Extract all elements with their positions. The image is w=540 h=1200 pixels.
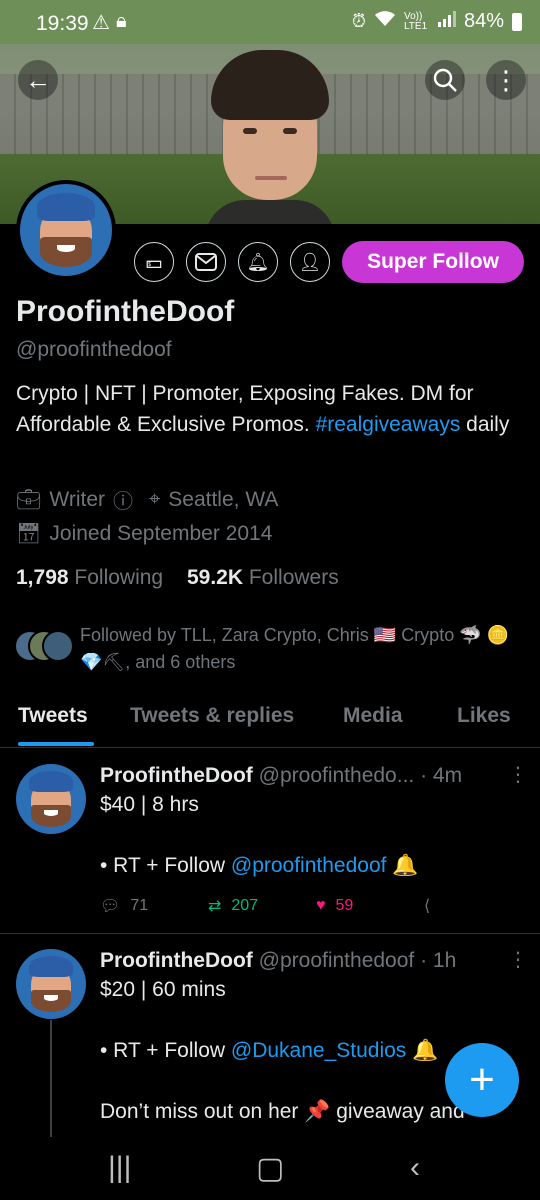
active-tab-indicator xyxy=(18,742,94,746)
home-icon[interactable]: ▢ xyxy=(256,1151,284,1186)
reply-count: 71 xyxy=(130,897,149,914)
back-button[interactable]: ← xyxy=(18,60,58,100)
tweet-more-icon[interactable]: ⋮ xyxy=(508,762,528,787)
super-follow-button[interactable]: Super Follow xyxy=(342,241,524,283)
tweet-text-line: $20 | 60 mins xyxy=(100,978,226,1001)
profile-avatar[interactable] xyxy=(16,180,116,280)
retweet-icon: ⇄ xyxy=(208,898,222,915)
following-link[interactable]: 1,798 Following xyxy=(16,566,163,589)
battery-percent: 84% xyxy=(463,10,504,32)
status-bar: 19:39 ⚠ 🔒︎ ⏰︎ Vo)) LTE1 84% xyxy=(0,0,540,44)
share-button[interactable]: ⟨ xyxy=(424,896,532,916)
profile-bio: Crypto | NFT | Promoter, Exposing Fakes.… xyxy=(16,382,510,436)
more-options-button[interactable]: ⋮ xyxy=(486,60,526,100)
following-icon: 👤︎ xyxy=(298,251,322,272)
bio-hashtag-link[interactable]: #realgiveaways xyxy=(316,413,461,436)
notification-bell-icon: 🔔︎ xyxy=(246,251,270,272)
tweet-author-name[interactable]: ProofintheDoof xyxy=(100,764,253,787)
share-icon: ⟨ xyxy=(424,898,431,915)
tweet-time: · 1h xyxy=(420,949,457,972)
volte-icon: Vo)) LTE1 xyxy=(403,10,428,32)
tweet-text-line: • RT + Follow @Dukane_Studios 🔔 xyxy=(100,1039,439,1062)
banner-person xyxy=(205,50,335,224)
more-vertical-icon: ⋮ xyxy=(493,65,519,95)
notifications-button[interactable]: 🔔︎ xyxy=(238,242,278,282)
profile-handle: @proofinthedoof xyxy=(16,338,172,361)
tip-button[interactable]: 💵︎ xyxy=(134,242,174,282)
tab-likes[interactable]: Likes xyxy=(457,704,511,728)
tab-tweets-replies[interactable]: Tweets & replies xyxy=(130,704,294,728)
reply-icon: 💬︎ xyxy=(100,898,121,915)
status-time: 19:39 xyxy=(36,12,89,35)
profile-display-name: ProofintheDoof xyxy=(16,295,235,328)
mini-avatar xyxy=(42,630,74,662)
profile-location: Seattle, WA xyxy=(168,487,279,511)
tweet-text-line: Don’t miss out on her 📌 giveaway and xyxy=(100,1100,465,1123)
profile-category: Writer xyxy=(49,487,105,511)
like-count: 59 xyxy=(335,897,354,914)
message-icon xyxy=(195,253,217,271)
heart-icon: ♥ xyxy=(316,897,326,914)
following-button[interactable]: 👤︎ xyxy=(290,242,330,282)
profile-joined: Joined September 2014 xyxy=(49,521,273,545)
tweet-author-handle: @proofinthedo... xyxy=(258,764,415,787)
profile-meta-row: 💼︎ Writer ⓘ ⌖ Seattle, WA xyxy=(16,485,278,514)
tweet-actions: 💬︎ 71 ⇄ 207 ♥ 59 ⟨ xyxy=(100,896,532,916)
tweet-divider xyxy=(0,933,540,934)
retweet-button[interactable]: ⇄ 207 xyxy=(208,896,316,916)
profile-tabs: Tweets Tweets & replies Media Likes xyxy=(0,690,540,748)
tweet-author-name[interactable]: ProofintheDoof xyxy=(100,949,253,972)
followed-by-avatars[interactable] xyxy=(14,630,76,664)
tweet-author-handle: @proofinthedoof xyxy=(258,949,415,972)
retweet-count: 207 xyxy=(231,897,259,914)
compose-tweet-button[interactable]: + xyxy=(445,1043,519,1117)
briefcase-icon: 💼︎ xyxy=(16,489,42,511)
tab-media[interactable]: Media xyxy=(343,704,403,728)
thread-line xyxy=(50,1020,52,1137)
wifi-icon xyxy=(374,10,396,33)
tweet-time: · 4m xyxy=(420,764,463,787)
plus-icon: + xyxy=(469,1055,495,1104)
battery-icon xyxy=(512,12,522,31)
system-nav-bar: ||| ▢ ‹ xyxy=(0,1137,540,1200)
tweet-text-line: $40 | 8 hrs xyxy=(100,793,199,816)
reply-button[interactable]: 💬︎ 71 xyxy=(100,896,208,916)
info-icon[interactable]: ⓘ xyxy=(113,485,133,514)
tweet-mention-link[interactable]: @proofinthedoof xyxy=(231,854,387,877)
tweet-mention-link[interactable]: @Dukane_Studios xyxy=(231,1039,406,1062)
message-button[interactable] xyxy=(186,242,226,282)
like-button[interactable]: ♥ 59 xyxy=(316,896,424,916)
tweet-more-icon[interactable]: ⋮ xyxy=(508,947,528,972)
followed-by-text[interactable]: Followed by TLL, Zara Crypto, Chris 🇺🇸 C… xyxy=(80,622,520,676)
tweet-avatar[interactable] xyxy=(16,764,86,834)
search-icon xyxy=(433,68,457,92)
search-button[interactable] xyxy=(425,60,465,100)
location-icon: ⌖ xyxy=(149,488,161,510)
tweet-item[interactable]: ProofintheDoof @proofinthedo... · 4m ⋮ $… xyxy=(0,750,540,930)
tweet-header: ProofintheDoof @proofinthedo... · 4m xyxy=(100,764,462,788)
signal-icon xyxy=(437,11,456,32)
follow-counts: 1,798 Following 59.2K Followers xyxy=(16,566,339,590)
tweet-avatar[interactable] xyxy=(16,949,86,1019)
arrow-left-icon: ← xyxy=(25,64,51,95)
recent-apps-icon[interactable]: ||| xyxy=(108,1151,131,1185)
tweet-header: ProofintheDoof @proofinthedoof · 1h xyxy=(100,949,456,973)
tip-icon: 💵︎ xyxy=(145,251,163,272)
tab-tweets[interactable]: Tweets xyxy=(18,704,88,728)
tweet-text-line: • RT + Follow @proofinthedoof 🔔 xyxy=(100,854,419,877)
back-nav-icon[interactable]: ‹ xyxy=(410,1151,420,1185)
profile-joined-row: 📅︎ Joined September 2014 xyxy=(16,521,272,546)
lock-icon: 🔒︎ xyxy=(115,10,127,32)
alarm-icon: ⏰︎ xyxy=(351,11,366,31)
calendar-icon: 📅︎ xyxy=(16,523,42,545)
followers-link[interactable]: 59.2K Followers xyxy=(187,566,339,589)
warning-icon: ⚠ xyxy=(92,12,110,34)
